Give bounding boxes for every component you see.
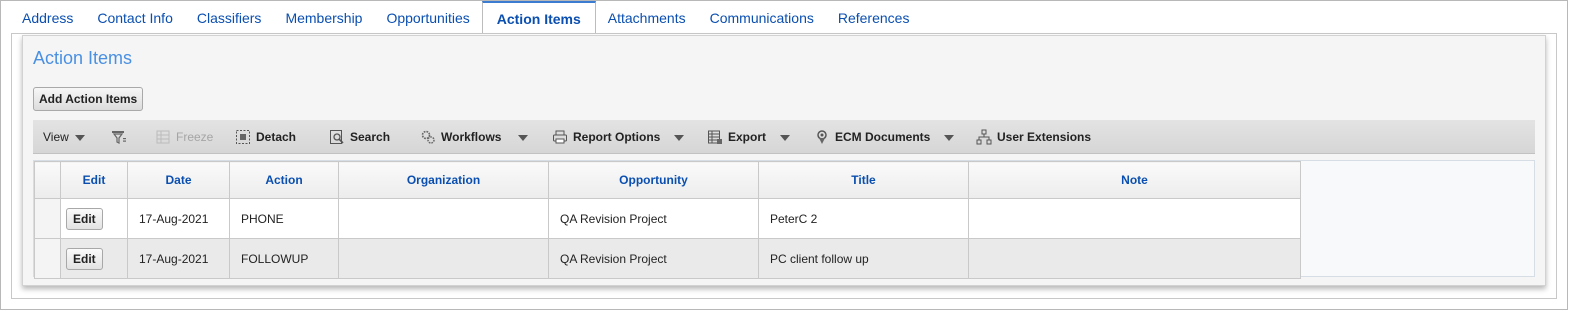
user-extensions-button[interactable]: User Extensions [976, 120, 1091, 154]
workflows-dropdown-caret[interactable] [518, 135, 528, 141]
export-button[interactable]: Export [707, 120, 766, 154]
ecm-documents-dropdown-caret[interactable] [944, 135, 954, 141]
report-options-dropdown-caret[interactable] [674, 135, 684, 141]
user-extensions-label: User Extensions [997, 130, 1092, 144]
search-label: Search [350, 130, 391, 144]
tab-address[interactable]: Address [1, 1, 85, 34]
user-extensions-icon [976, 129, 992, 145]
edit-button[interactable]: Edit [66, 247, 103, 270]
ecm-documents-button[interactable]: ECM Documents [814, 120, 930, 154]
column-header-title[interactable]: Title [758, 161, 969, 199]
grid-header-row: Edit Date Action Organization Opportunit… [34, 161, 1301, 199]
action-cell: PHONE [229, 198, 339, 239]
column-header-note[interactable]: Note [968, 161, 1301, 199]
tab-bar: Address Contact Info Classifiers Members… [1, 1, 922, 35]
title-cell: PeterC 2 [758, 198, 969, 239]
ecm-documents-icon [814, 129, 830, 145]
export-icon [707, 129, 723, 145]
view-menu[interactable]: View [43, 120, 69, 154]
print-icon [552, 129, 568, 145]
filter-icon [111, 129, 127, 145]
panel-title: Action Items [33, 48, 133, 68]
table-row[interactable]: Edit 17-Aug-2021 FOLLOWUP QA Revision Pr… [34, 238, 1301, 279]
column-header-date[interactable]: Date [127, 161, 230, 199]
opportunity-cell: QA Revision Project [548, 238, 759, 279]
row-selector[interactable] [34, 238, 61, 279]
workflows-icon [420, 129, 436, 145]
edit-cell: Edit [60, 198, 128, 239]
column-header-edit[interactable]: Edit [60, 161, 128, 199]
freeze-button[interactable]: Freeze [155, 120, 213, 154]
filter-button[interactable] [111, 120, 132, 154]
tab-content: Action Items Add Action Items View Freez… [11, 33, 1557, 299]
tab-classifiers[interactable]: Classifiers [185, 1, 274, 34]
grid-toolbar: View Freeze Detach Search Workflows Repo… [33, 120, 1535, 154]
date-cell: 17-Aug-2021 [127, 198, 230, 239]
ecm-documents-label: ECM Documents [835, 130, 931, 144]
search-button[interactable]: Search [329, 120, 390, 154]
tab-attachments[interactable]: Attachments [596, 1, 698, 34]
tab-action-items[interactable]: Action Items [481, 1, 596, 35]
row-selector[interactable] [34, 198, 61, 239]
tab-communications[interactable]: Communications [698, 1, 826, 34]
edit-button[interactable]: Edit [66, 207, 103, 230]
date-cell: 17-Aug-2021 [127, 238, 230, 279]
freeze-label: Freeze [176, 130, 214, 144]
row-selector-header [34, 161, 61, 199]
workflows-button[interactable]: Workflows [420, 120, 501, 154]
search-icon [329, 129, 345, 145]
detach-icon [235, 129, 251, 145]
edit-cell: Edit [60, 238, 128, 279]
export-dropdown-caret[interactable] [780, 135, 790, 141]
export-label: Export [728, 130, 767, 144]
tab-contact-info[interactable]: Contact Info [85, 1, 185, 34]
view-label: View [43, 130, 69, 144]
detach-button[interactable]: Detach [235, 120, 296, 154]
table-row[interactable]: Edit 17-Aug-2021 PHONE QA Revision Proje… [34, 198, 1301, 239]
title-cell: PC client follow up [758, 238, 969, 279]
tab-membership[interactable]: Membership [273, 1, 374, 34]
note-cell [968, 198, 1301, 239]
action-items-grid: Edit Date Action Organization Opportunit… [33, 160, 1535, 279]
note-cell [968, 238, 1301, 279]
opportunity-cell: QA Revision Project [548, 198, 759, 239]
report-options-button[interactable]: Report Options [552, 120, 660, 154]
column-header-opportunity[interactable]: Opportunity [548, 161, 759, 199]
tab-references[interactable]: References [826, 1, 922, 34]
report-options-label: Report Options [573, 130, 661, 144]
action-cell: FOLLOWUP [229, 238, 339, 279]
add-action-items-button[interactable]: Add Action Items [33, 87, 144, 111]
detach-label: Detach [256, 130, 297, 144]
organization-cell [338, 198, 549, 239]
freeze-icon [155, 129, 171, 145]
workflows-label: Workflows [441, 130, 502, 144]
view-dropdown-caret[interactable] [75, 135, 85, 141]
column-header-organization[interactable]: Organization [338, 161, 549, 199]
column-header-action[interactable]: Action [229, 161, 339, 199]
organization-cell [338, 238, 549, 279]
tab-opportunities[interactable]: Opportunities [374, 1, 481, 34]
action-items-panel: Action Items Add Action Items View Freez… [22, 35, 1546, 286]
